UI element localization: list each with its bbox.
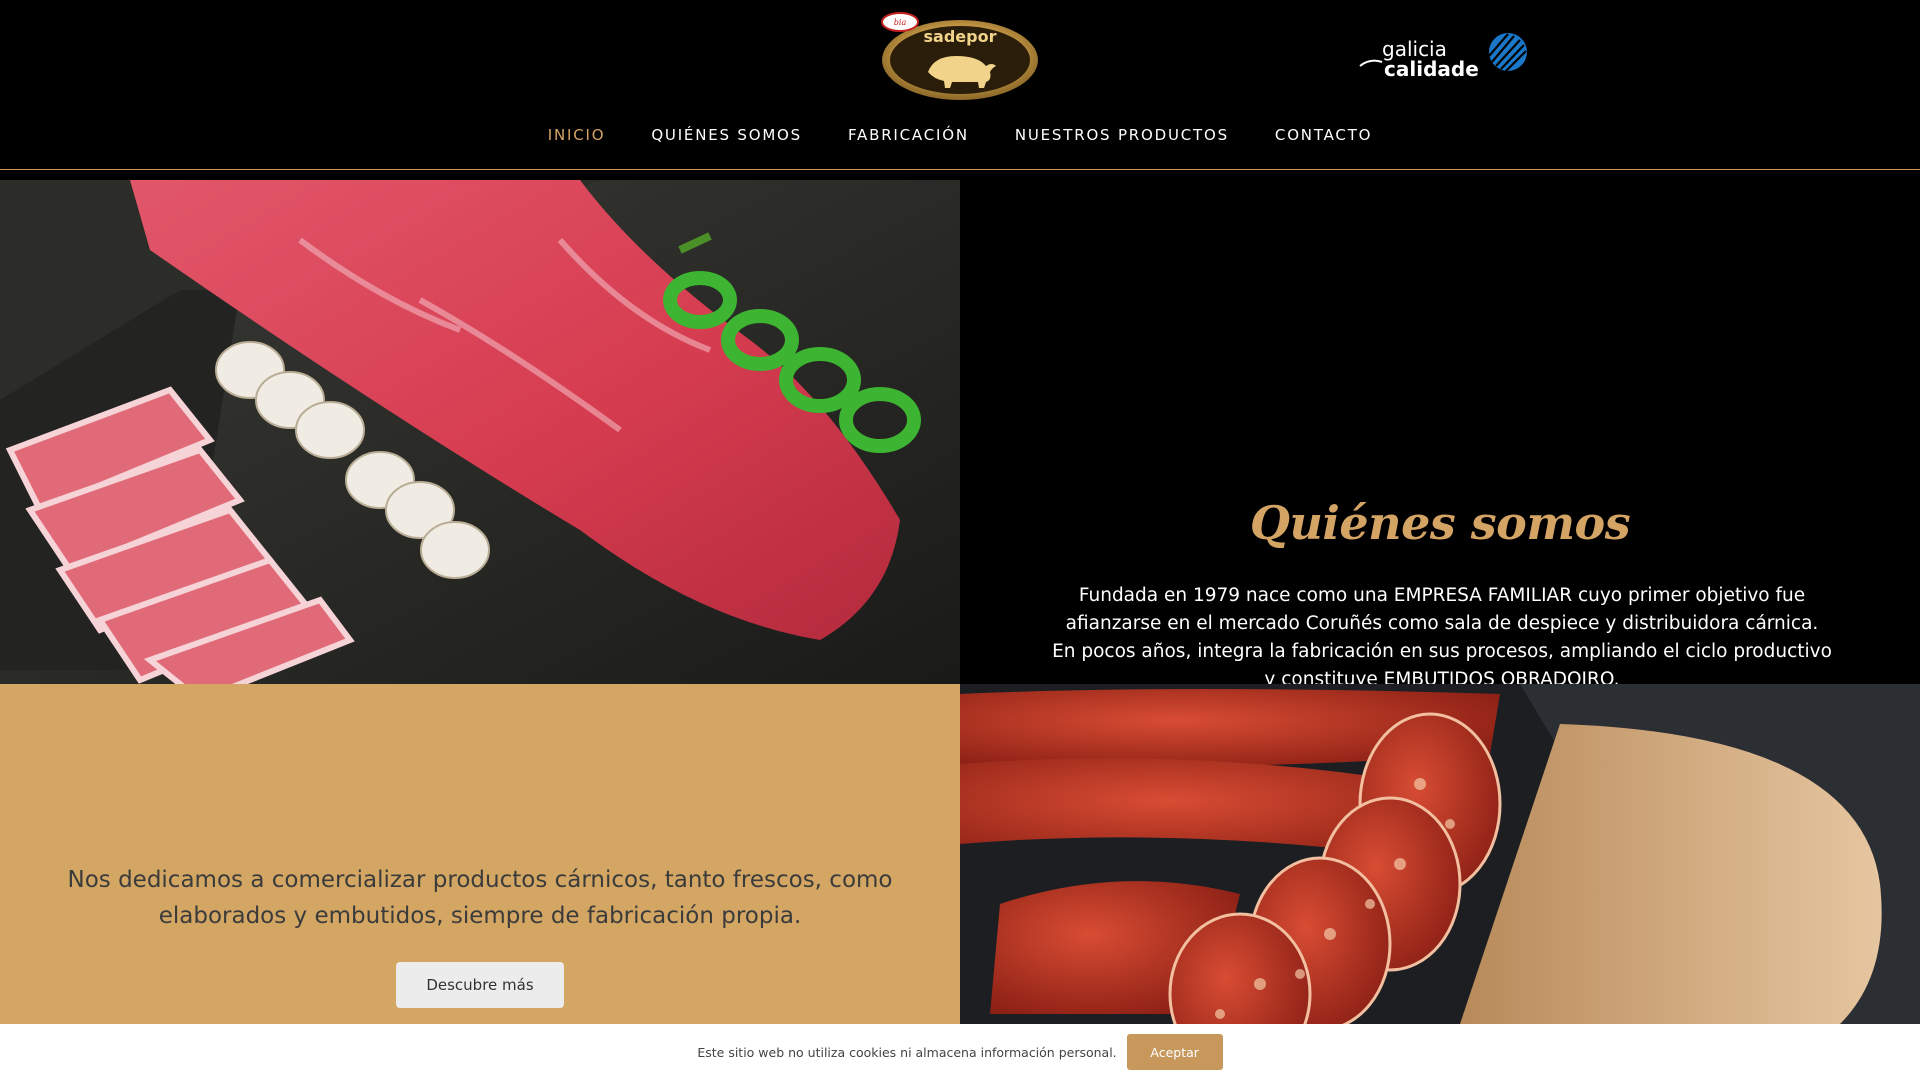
about-section: Quiénes somos Fundada en 1979 nace como … — [960, 170, 1920, 690]
site-header: bia sadepor galicia calidade INICIO QUIÉ… — [0, 0, 1920, 170]
cookie-notice-text: Este sitio web no utiliza cookies ni alm… — [697, 1044, 1117, 1060]
meat-photo — [0, 180, 960, 684]
dedication-section: Nos dedicamos a comercializar productos … — [0, 684, 960, 1024]
chorizo-photo — [960, 684, 1920, 1024]
nav-item-fabricacion[interactable]: FABRICACIÓN — [848, 126, 969, 144]
svg-text:calidade: calidade — [1384, 57, 1479, 81]
about-title: Quiénes somos — [1249, 496, 1631, 550]
sadepor-logo[interactable]: bia sadepor — [878, 10, 1042, 102]
main-nav: INICIO QUIÉNES SOMOS FABRICACIÓN NUESTRO… — [0, 126, 1920, 144]
nav-item-quienes-somos[interactable]: QUIÉNES SOMOS — [651, 126, 802, 144]
svg-text:sadepor: sadepor — [924, 27, 997, 46]
cookie-bar: Este sitio web no utiliza cookies ni alm… — [0, 1024, 1920, 1080]
nav-item-inicio[interactable]: INICIO — [548, 126, 606, 144]
svg-text:bia: bia — [894, 18, 907, 27]
galicia-calidade-logo[interactable]: galicia calidade — [1358, 30, 1530, 82]
accept-cookies-button[interactable]: Aceptar — [1126, 1034, 1223, 1070]
dedication-text: Nos dedicamos a comercializar productos … — [67, 867, 893, 929]
about-text: Fundada en 1979 nace como una EMPRESA FA… — [1052, 585, 1832, 690]
nav-item-nuestros-productos[interactable]: NUESTROS PRODUCTOS — [1015, 126, 1229, 144]
nav-item-contacto[interactable]: CONTACTO — [1275, 126, 1372, 144]
discover-more-button[interactable]: Descubre más — [396, 962, 564, 1008]
